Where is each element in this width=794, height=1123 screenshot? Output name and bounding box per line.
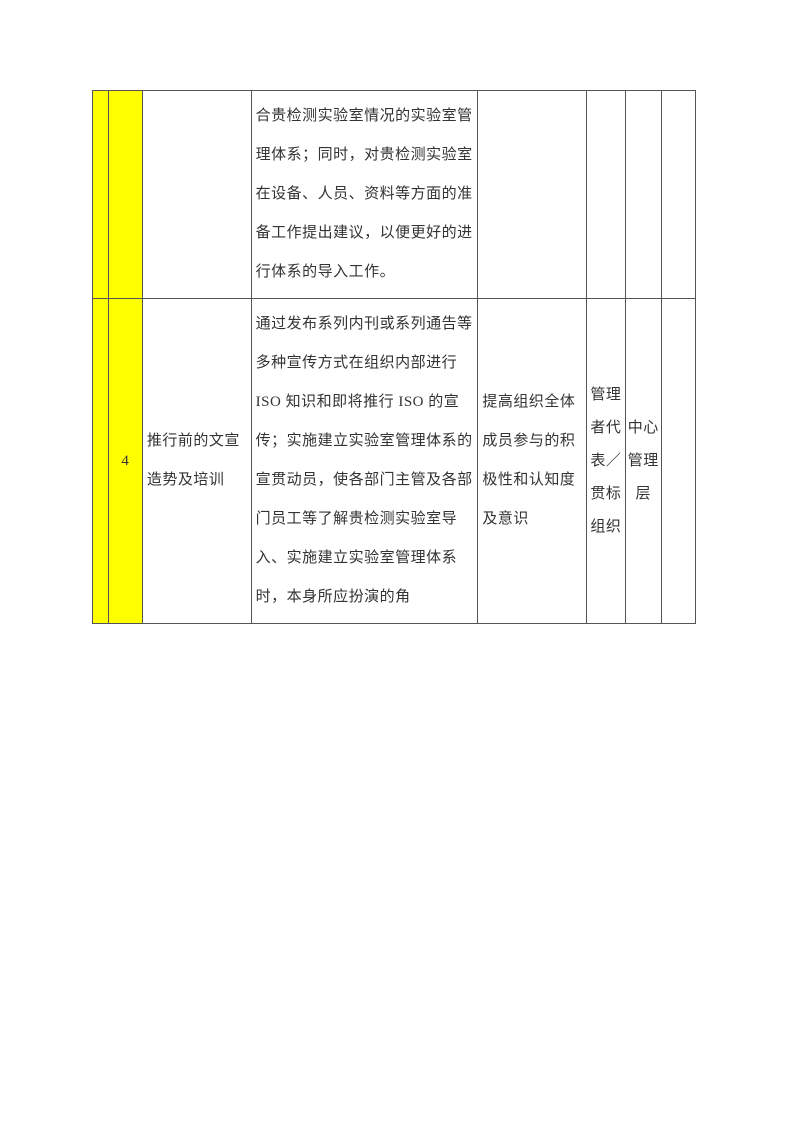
cell-row2-col2: 4 [108, 299, 142, 624]
cell-row1-col6 [587, 91, 626, 299]
cell-row2-col4: 通过发布系列内刊或系列通告等多种宣传方式在组织内部进行 ISO 知识和即将推行 … [251, 299, 478, 624]
cell-row1-col2 [108, 91, 142, 299]
cell-row2-col1 [93, 299, 109, 624]
cell-row1-col3 [142, 91, 251, 299]
document-table: 合贵检测实验室情况的实验室管理体系；同时，对贵检测实验室在设备、人员、资料等方面… [92, 90, 696, 624]
table-row: 合贵检测实验室情况的实验室管理体系；同时，对贵检测实验室在设备、人员、资料等方面… [93, 91, 696, 299]
content-table: 合贵检测实验室情况的实验室管理体系；同时，对贵检测实验室在设备、人员、资料等方面… [92, 90, 696, 624]
cell-row1-col7 [625, 91, 661, 299]
cell-row2-col8 [661, 299, 695, 624]
cell-row2-col3: 推行前的文宣 造势及培训 [142, 299, 251, 624]
cell-row2-col5: 提高组织全体成员参与的积极性和认知度及意识 [478, 299, 587, 624]
cell-row1-col5 [478, 91, 587, 299]
cell-row2-col6: 管理者代表／贯标组织 [587, 299, 626, 624]
cell-row2-col7: 中心管理层 [625, 299, 661, 624]
cell-row1-col8 [661, 91, 695, 299]
table-row: 4 推行前的文宣 造势及培训 通过发布系列内刊或系列通告等多种宣传方式在组织内部… [93, 299, 696, 624]
cell-row1-col4: 合贵检测实验室情况的实验室管理体系；同时，对贵检测实验室在设备、人员、资料等方面… [251, 91, 478, 299]
cell-row1-col1 [93, 91, 109, 299]
